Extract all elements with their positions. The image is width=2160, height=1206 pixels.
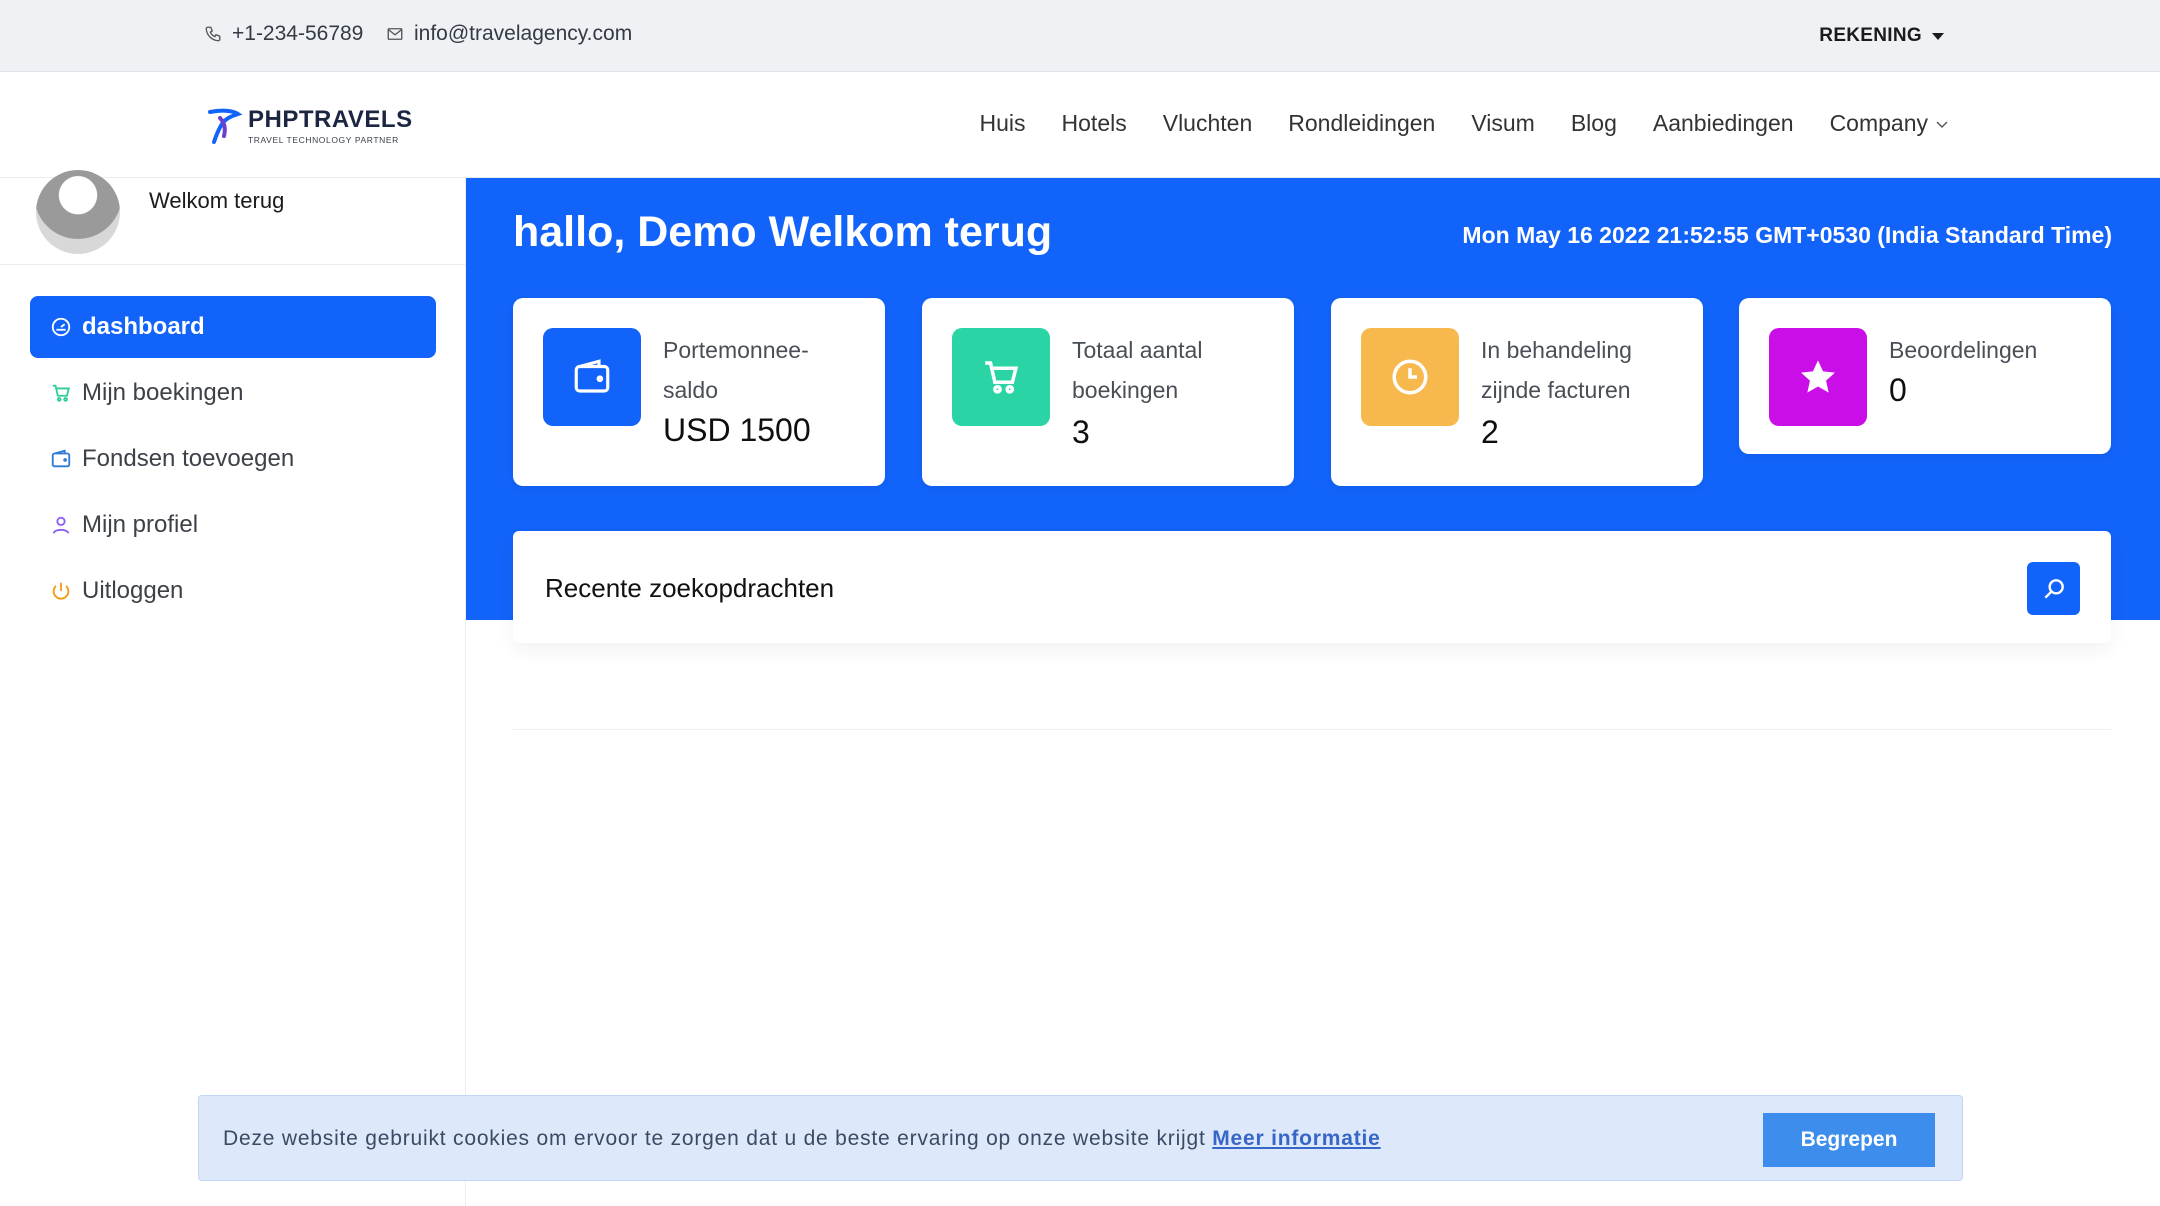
clock-icon: [1392, 359, 1428, 395]
accept-cookies-button[interactable]: Begrepen: [1763, 1113, 1935, 1167]
card-label: Beoordelingen: [1889, 337, 2038, 363]
user-icon: [52, 516, 70, 534]
nav-item-company-label: Company: [1829, 110, 1928, 136]
card-label: Portemonnee-saldo: [663, 337, 809, 403]
main-navbar: PHPTRAVELS TRAVEL TECHNOLOGY PARTNER Hui…: [0, 72, 2160, 178]
mail-icon: [387, 28, 403, 40]
nav-item-vluchten[interactable]: Vluchten: [1163, 110, 1253, 137]
phone-number: +1-234-56789: [232, 22, 364, 45]
recent-searches-title: Recente zoekopdrachten: [545, 573, 835, 603]
phone-icon: [205, 26, 221, 42]
card-value: 3: [1072, 414, 1090, 450]
wallet-icon-box: [543, 328, 641, 426]
pending-invoices-card: In behandeling zijnde facturen 2: [1331, 298, 1703, 486]
reviews-card: Beoordelingen 0: [1739, 298, 2111, 454]
search-icon: [2043, 578, 2064, 599]
star-icon-box: [1769, 328, 1867, 426]
wallet-icon: [51, 449, 71, 468]
current-datetime: Mon May 16 2022 21:52:55 GMT+0530 (India…: [1462, 222, 2112, 248]
profile-strip: Welkom terug: [0, 170, 466, 265]
cookie-banner: Deze website gebruikt cookies om ervoor …: [198, 1095, 1963, 1181]
more-info-link[interactable]: Meer informatie: [1212, 1127, 1380, 1150]
content-divider: [513, 729, 2111, 730]
sidebar-item-label: Mijn profiel: [82, 511, 199, 538]
avatar: [36, 170, 120, 254]
nav-item-visum[interactable]: Visum: [1471, 110, 1535, 137]
sidebar-item-logout[interactable]: Uitloggen: [30, 560, 436, 622]
brand-name: PHPTRAVELS: [248, 105, 413, 133]
wallet-icon: [574, 359, 610, 393]
clock-icon-box: [1361, 328, 1459, 426]
nav-item-blog[interactable]: Blog: [1571, 110, 1617, 137]
nav-item-hotels[interactable]: Hotels: [1062, 110, 1127, 137]
email-address: info@travelagency.com: [414, 22, 633, 45]
sidebar-item-add-funds[interactable]: Fondsen toevoegen: [30, 428, 436, 490]
total-bookings-card: Totaal aantal boekingen 3: [922, 298, 1294, 486]
star-icon: [1801, 360, 1835, 393]
brand-logo[interactable]: PHPTRAVELS TRAVEL TECHNOLOGY PARTNER: [206, 106, 413, 146]
page-title: hallo, Demo Welkom terug: [513, 208, 1053, 256]
card-label: Totaal aantal boekingen: [1072, 337, 1203, 403]
nav-menu: Huis Hotels Vluchten Rondleidingen Visum…: [980, 110, 1950, 137]
nav-item-huis[interactable]: Huis: [980, 110, 1026, 137]
cookie-text: Deze website gebruikt cookies om ervoor …: [223, 1127, 1206, 1150]
cart-icon-box: [952, 328, 1050, 426]
wallet-balance-card: Portemonnee-saldo USD 1500: [513, 298, 885, 486]
cart-icon: [52, 384, 70, 402]
speedometer-icon: [51, 317, 71, 337]
top-info-bar: +1-234-56789 info@travelagency.com REKEN…: [0, 0, 2160, 72]
sidebar-item-dashboard[interactable]: dashboard: [30, 296, 436, 358]
email-contact[interactable]: info@travelagency.com: [386, 22, 632, 46]
account-label: REKENING: [1819, 25, 1922, 46]
card-value: 0: [1889, 372, 1907, 408]
phone-contact[interactable]: +1-234-56789: [204, 22, 363, 46]
chevron-down-icon: [1936, 121, 1948, 128]
sidebar-item-label: Mijn boekingen: [82, 379, 244, 406]
search-button[interactable]: [2027, 562, 2080, 615]
sidebar-item-bookings[interactable]: Mijn boekingen: [30, 362, 436, 424]
sidebar-item-profile[interactable]: Mijn profiel: [30, 494, 436, 556]
sidebar-welcome: Welkom terug: [149, 188, 285, 213]
cart-icon: [985, 361, 1019, 394]
card-label: In behandeling zijnde facturen: [1481, 337, 1632, 403]
sidebar-item-label: Fondsen toevoegen: [82, 445, 295, 472]
recent-searches-panel: Recente zoekopdrachten: [513, 531, 2111, 643]
sidebar-item-label: Uitloggen: [82, 577, 184, 604]
sidebar-menu: dashboard Mijn boekingen Fondsen toevoeg…: [30, 296, 436, 626]
cookie-message: Deze website gebruikt cookies om ervoor …: [223, 1127, 1381, 1151]
nav-item-aanbiedingen[interactable]: Aanbiedingen: [1653, 110, 1794, 137]
nav-item-company[interactable]: Company: [1830, 110, 1950, 137]
caret-down-icon: [1932, 32, 1944, 40]
brand-tagline: TRAVEL TECHNOLOGY PARTNER: [248, 134, 399, 145]
card-value: USD 1500: [663, 412, 811, 448]
sidebar: Welkom terug dashboard Mijn boekingen Fo…: [0, 170, 466, 1206]
power-icon: [52, 582, 70, 600]
account-dropdown[interactable]: REKENING: [1819, 25, 1944, 47]
nav-item-rondleidingen[interactable]: Rondleidingen: [1288, 110, 1435, 137]
sidebar-item-label: dashboard: [82, 313, 205, 340]
logo-mark-icon: [208, 108, 242, 144]
card-value: 2: [1481, 414, 1499, 450]
